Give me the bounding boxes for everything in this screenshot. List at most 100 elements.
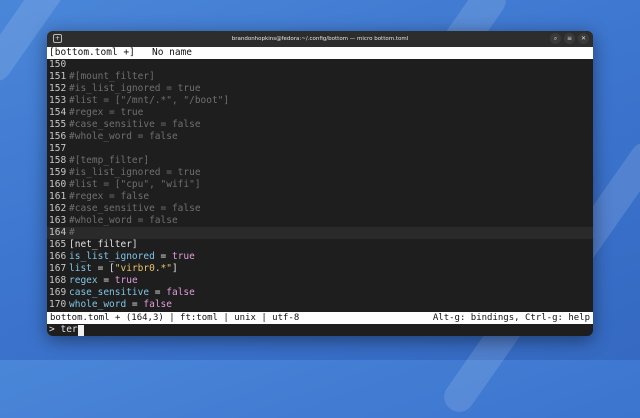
line-number: 167: [49, 263, 67, 274]
terminal-window: + brandonhopkins@fedora:~/.config/bottom…: [47, 31, 593, 336]
line-text: #whole_word = false: [69, 215, 178, 227]
code-line[interactable]: 161 #regex = false: [47, 191, 593, 203]
status-help-hint: Alt-g: bindings, Ctrl-g: help: [432, 313, 590, 323]
code-line[interactable]: 158 #[temp_filter]: [47, 155, 593, 167]
command-line[interactable]: > ter: [47, 324, 593, 336]
line-text: list = ["virbr0.*"]: [69, 263, 178, 275]
code-line[interactable]: 152 #is_list_ignored = true: [47, 83, 593, 95]
code-line[interactable]: 151 #[mount_filter]: [47, 71, 593, 83]
code-editor[interactable]: 150 151 #[mount_filter] 152 #is_list_ignored…: [47, 59, 593, 312]
code-line[interactable]: 159 #is_list_ignored = true: [47, 167, 593, 179]
code-line[interactable]: 153 #list = ["/mnt/.*", "/boot"]: [47, 95, 593, 107]
code-line[interactable]: 157: [47, 143, 593, 155]
code-token: =: [97, 275, 115, 286]
code-line[interactable]: 160 #list = ["cpu", "wifi"]: [47, 179, 593, 191]
line-text: #[temp_filter]: [69, 155, 149, 167]
line-number: 152: [49, 83, 67, 94]
code-token: #list = ["cpu", "wifi"]: [69, 179, 201, 190]
line-number: 159: [49, 167, 67, 178]
line-text: whole_word = false: [69, 299, 172, 311]
code-token: list: [69, 263, 92, 274]
code-token: true: [171, 251, 195, 262]
code-token: false: [166, 287, 195, 298]
code-line[interactable]: 155 #case_sensitive = false: [47, 119, 593, 131]
line-text: #[mount_filter]: [69, 71, 155, 83]
code-token: #whole_word = false: [69, 131, 178, 142]
editor-tab-bar: [bottom.toml +] No name: [47, 47, 593, 59]
line-text: #is_list_ignored = true: [69, 167, 201, 179]
text-cursor: [77, 324, 84, 336]
code-line[interactable]: 170 whole_word = false: [47, 299, 593, 311]
line-number: 160: [49, 179, 67, 190]
line-number: 150: [49, 59, 67, 70]
line-number: 170: [49, 299, 67, 310]
line-text: #is_list_ignored = true: [69, 83, 201, 95]
code-line[interactable]: 150: [47, 59, 593, 71]
command-input[interactable]: ter: [60, 324, 77, 336]
code-token: =: [154, 251, 172, 262]
code-token: #[mount_filter]: [69, 71, 155, 82]
code-line[interactable]: 165 [net_filter]: [47, 239, 593, 251]
code-token: #case_sensitive = false: [69, 119, 201, 130]
code-token: =: [149, 287, 167, 298]
code-token: false: [143, 299, 172, 310]
line-number: 166: [49, 251, 67, 262]
tab-no-name[interactable]: No name: [152, 47, 192, 58]
line-number: 154: [49, 107, 67, 118]
line-text: #list = ["cpu", "wifi"]: [69, 179, 201, 191]
line-number: 156: [49, 131, 67, 142]
search-icon[interactable]: ⌕: [550, 33, 561, 44]
code-token: #[temp_filter]: [69, 155, 150, 166]
line-text: #list = ["/mnt/.*", "/boot"]: [69, 95, 229, 107]
code-token: #regex = true: [69, 107, 144, 118]
title-bar: + brandonhopkins@fedora:~/.config/bottom…: [47, 31, 593, 47]
line-number: 157: [49, 143, 67, 154]
code-token: = [: [91, 263, 115, 274]
code-token: #: [69, 227, 75, 238]
window-menu-icon[interactable]: +: [53, 34, 62, 43]
line-text: regex = true: [69, 275, 138, 287]
window-title: brandonhopkins@fedora:~/.config/bottom —…: [231, 36, 409, 42]
code-line[interactable]: 166 is_list_ignored = true: [47, 251, 593, 263]
code-token: is_list_ignored: [69, 251, 155, 262]
hamburger-menu-icon[interactable]: ≡: [564, 33, 575, 44]
line-text: #whole_word = false: [69, 131, 178, 143]
line-number: 162: [49, 203, 67, 214]
code-token: whole_word: [69, 299, 127, 310]
line-number: 169: [49, 287, 67, 298]
code-line[interactable]: 162 #case_sensitive = false: [47, 203, 593, 215]
line-text: [net_filter]: [69, 239, 138, 251]
line-number: 163: [49, 215, 67, 226]
code-line[interactable]: 164 #: [47, 227, 593, 239]
code-token: #case_sensitive = false: [69, 203, 201, 214]
code-line[interactable]: 167 list = ["virbr0.*"]: [47, 263, 593, 275]
code-line[interactable]: 154 #regex = true: [47, 107, 593, 119]
line-number: 161: [49, 191, 67, 202]
code-token: #is_list_ignored = true: [69, 83, 201, 94]
line-number: 158: [49, 155, 67, 166]
line-text: case_sensitive = false: [69, 287, 195, 299]
code-line[interactable]: 163 #whole_word = false: [47, 215, 593, 227]
tab-bottom-toml[interactable]: [bottom.toml +]: [49, 47, 135, 58]
code-token: ]: [171, 263, 178, 274]
code-token: regex: [69, 275, 98, 286]
line-number: 165: [49, 239, 67, 250]
line-number: 153: [49, 95, 67, 106]
code-token: true: [114, 275, 138, 286]
code-token: #is_list_ignored = true: [69, 167, 201, 178]
line-text: #case_sensitive = false: [69, 119, 201, 131]
line-text: #regex = false: [69, 191, 149, 203]
line-number: 155: [49, 119, 67, 130]
line-text: is_list_ignored = true: [69, 251, 195, 263]
code-token: [net_filter]: [69, 239, 138, 250]
code-token: =: [126, 299, 144, 310]
close-icon[interactable]: ✕: [578, 33, 589, 44]
status-file-info: bottom.toml + (164,3) | ft:toml | unix |…: [50, 313, 300, 323]
code-line[interactable]: 168 regex = true: [47, 275, 593, 287]
line-number: 151: [49, 71, 67, 82]
code-line[interactable]: 169 case_sensitive = false: [47, 287, 593, 299]
line-text: #: [69, 227, 75, 239]
code-line[interactable]: 156 #whole_word = false: [47, 131, 593, 143]
line-number: 168: [49, 275, 67, 286]
code-token: "virbr0.*": [114, 263, 172, 274]
